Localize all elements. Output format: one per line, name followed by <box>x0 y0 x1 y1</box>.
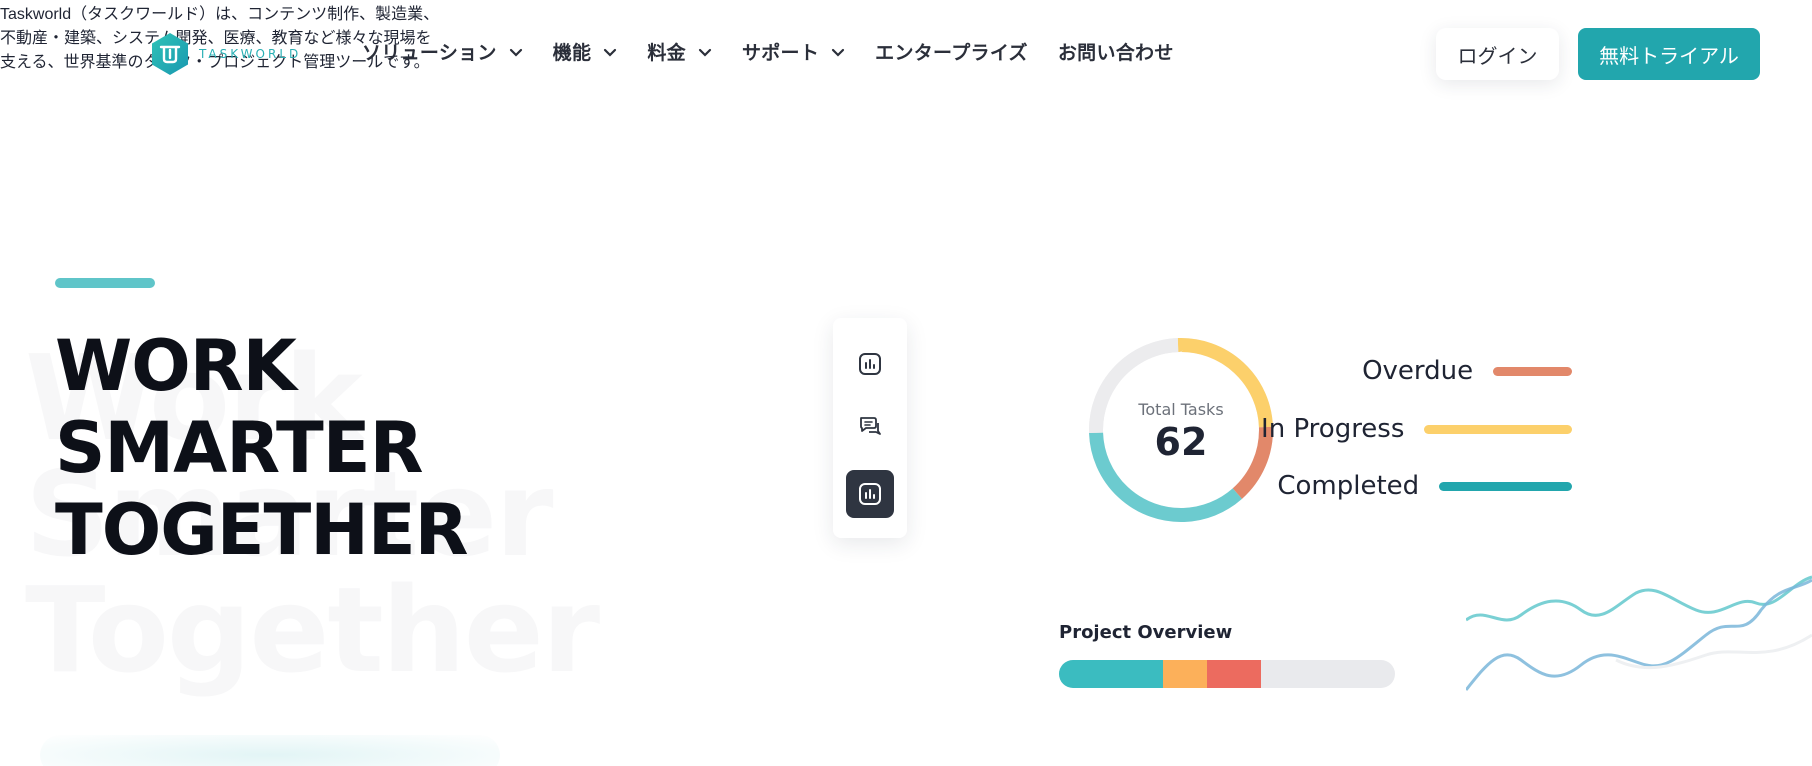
nav-item-3[interactable]: サポート <box>742 38 845 65</box>
legend-bar <box>1493 366 1572 376</box>
nav-item-label: 料金 <box>647 42 686 64</box>
legend-row: In Progress <box>1152 414 1572 444</box>
project-overview-segment <box>1059 660 1164 688</box>
nav-item-0[interactable]: ソリューション <box>362 38 523 65</box>
chat-bubbles-icon <box>860 417 881 435</box>
headline-line: SMARTER <box>55 407 423 489</box>
nav-item-label: ソリューション <box>362 42 497 64</box>
rail-button-stats-active[interactable] <box>846 470 894 518</box>
legend-label: Completed <box>1277 471 1420 501</box>
hero-headline: WORK SMARTER TOGETHER <box>55 325 469 571</box>
project-overview-segment <box>1206 660 1261 688</box>
nav-item-label: エンタープライズ <box>875 42 1028 64</box>
bar-chart-icon <box>859 483 881 505</box>
main-nav: ソリューション 機能 料金 サポート エンタープライズ お問い合わせ <box>362 38 1204 65</box>
chevron-down-icon <box>698 48 712 57</box>
project-overview-title: Project Overview <box>1059 622 1233 643</box>
free-trial-button[interactable]: 無料トライアル <box>1578 28 1760 80</box>
dashboard-icon-rail <box>833 318 907 538</box>
logo-hexagon-icon <box>152 33 188 75</box>
site-header: TASKWORLD ソリューション 機能 料金 サポート エンタープライズ お問い合わせ … <box>0 0 1812 106</box>
decorative-line-waves <box>1466 575 1812 691</box>
chevron-down-icon <box>832 48 845 57</box>
chevron-down-icon <box>509 48 522 57</box>
nav-item-2[interactable]: 料金 <box>647 38 712 65</box>
legend-label: In Progress <box>1261 414 1405 444</box>
nav-item-label: サポート <box>741 42 820 64</box>
login-button[interactable]: ログイン <box>1436 28 1559 80</box>
legend-row: Completed <box>1152 471 1572 501</box>
nav-item-label: お問い合わせ <box>1057 42 1174 64</box>
legend-label: Overdue <box>1362 356 1474 386</box>
nav-item-label: 機能 <box>552 42 592 64</box>
bar-chart-icon <box>859 353 881 375</box>
project-overview-segment <box>1163 660 1207 688</box>
headline-line: WORK <box>55 325 297 407</box>
nav-item-1[interactable]: 機能 <box>553 38 618 65</box>
watermark-line: Together <box>25 561 600 699</box>
nav-item-4[interactable]: エンタープライズ <box>875 38 1028 65</box>
taskworld-logo[interactable]: TASKWORLD <box>150 32 301 76</box>
logo-wordmark: TASKWORLD <box>199 47 302 61</box>
project-overview-bar <box>1059 660 1395 688</box>
accent-bar <box>55 278 155 288</box>
legend-bar <box>1439 481 1572 491</box>
nav-item-5[interactable]: お問い合わせ <box>1058 38 1174 65</box>
rail-button-chat[interactable] <box>846 402 894 450</box>
decorative-glow <box>40 735 500 766</box>
headline-line: TOGETHER <box>55 489 469 571</box>
chevron-down-icon <box>604 48 617 57</box>
legend-row: Overdue <box>1152 356 1572 386</box>
rail-button-stats[interactable] <box>846 340 894 388</box>
legend-bar <box>1424 424 1572 434</box>
